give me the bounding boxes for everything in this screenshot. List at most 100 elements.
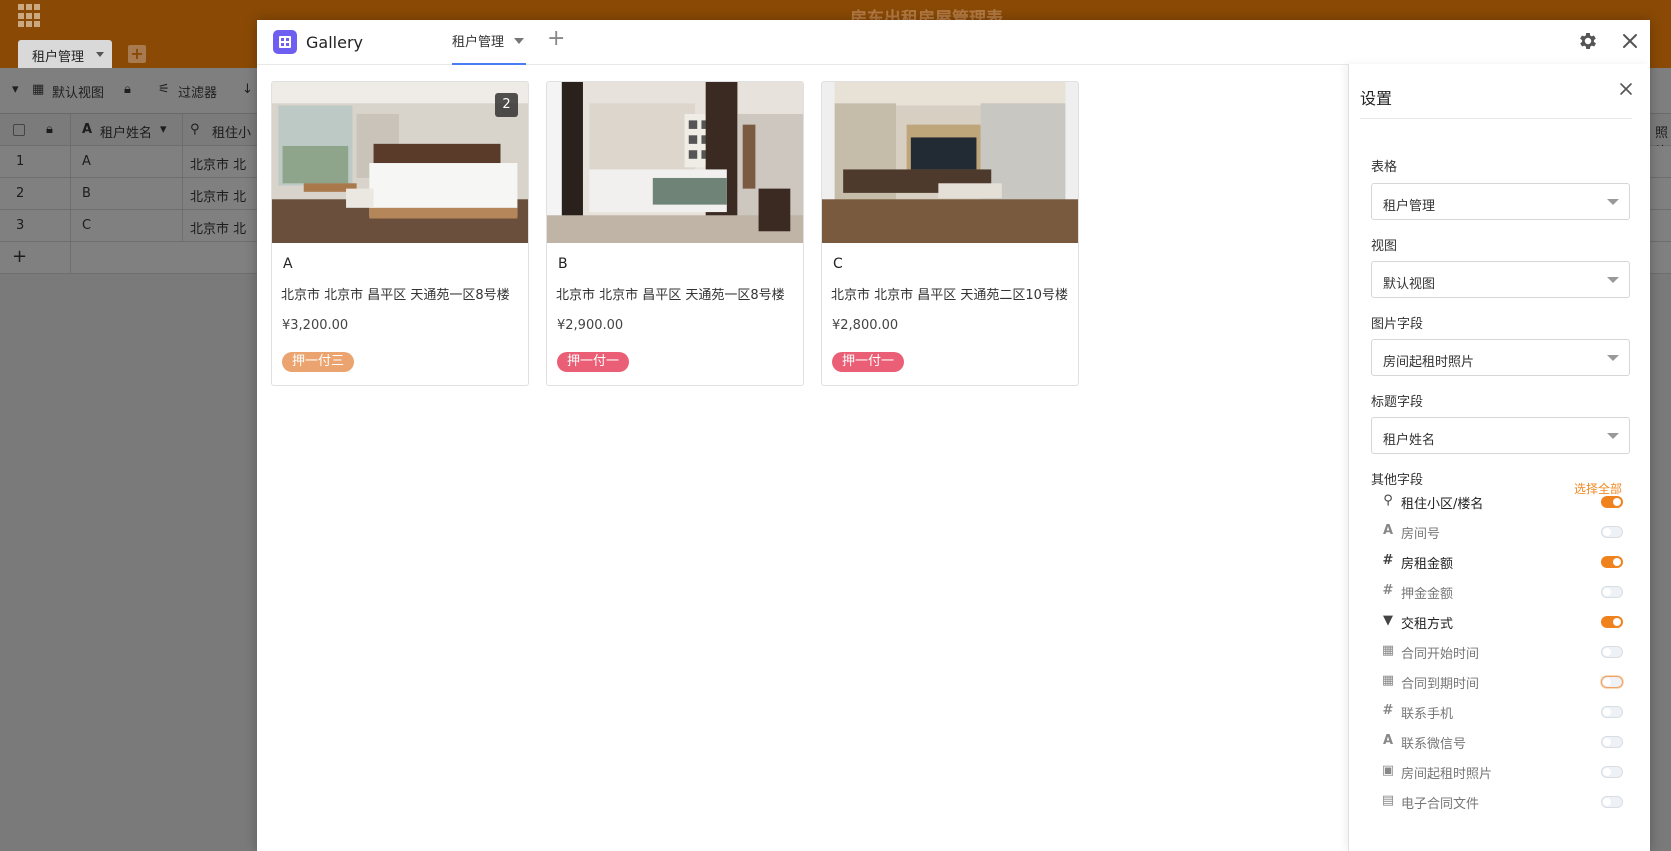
image-icon: ▣ <box>1381 763 1395 778</box>
divider <box>1360 118 1632 119</box>
cell-addr[interactable]: 北京市 北 <box>190 186 246 205</box>
chevron-down-icon <box>1607 199 1619 205</box>
location-icon: ⚲ <box>1383 493 1393 508</box>
column-header-addr[interactable]: 租住小 <box>212 122 251 141</box>
field-toggle[interactable] <box>1601 676 1623 688</box>
row-number: 2 <box>16 186 25 201</box>
room-photo[interactable] <box>272 82 528 243</box>
field-option[interactable]: # 押金金额 <box>1381 582 1631 602</box>
image-field-select-value: 房间起租时照片 <box>1383 355 1475 370</box>
text-icon: A <box>82 122 93 137</box>
select-all-checkbox[interactable] <box>13 124 25 136</box>
chevron-down-icon[interactable]: ▾ <box>160 122 167 137</box>
card-price: ¥2,900.00 <box>557 318 624 333</box>
card-title: B <box>558 256 568 272</box>
field-toggle[interactable] <box>1601 556 1623 568</box>
image-field-select[interactable]: 房间起租时照片 <box>1371 339 1630 376</box>
gear-icon[interactable] <box>1577 30 1599 52</box>
chevron-down-icon <box>1607 355 1619 361</box>
cell-addr[interactable]: 北京市 北 <box>190 218 246 237</box>
gallery-card[interactable]: C 北京市 北京市 昌平区 天通苑二区10号楼 ¥2,800.00 押一付一 <box>821 81 1079 386</box>
field-option-label: 房租金额 <box>1401 557 1454 572</box>
field-toggle[interactable] <box>1601 526 1623 538</box>
lock-icon: 🔒︎ <box>46 122 53 137</box>
field-toggle[interactable] <box>1601 496 1623 508</box>
field-option[interactable]: ⚲ 租住小区/楼名 <box>1381 492 1631 512</box>
add-tab-button[interactable]: + <box>547 28 565 50</box>
chevron-down-icon[interactable] <box>514 38 525 44</box>
location-icon: ⚲ <box>190 122 200 137</box>
filter-button[interactable]: 过滤器 <box>178 82 217 101</box>
add-row-button[interactable]: + <box>12 246 27 267</box>
cell-name[interactable]: B <box>82 186 91 201</box>
image-count-badge: 2 <box>495 93 518 117</box>
field-option[interactable]: A 房间号 <box>1381 522 1631 542</box>
title-field-select[interactable]: 租户姓名 <box>1371 417 1630 454</box>
cell-name[interactable]: C <box>82 218 91 233</box>
field-option[interactable]: ▦ 合同到期时间 <box>1381 672 1631 692</box>
field-toggle[interactable] <box>1601 586 1623 598</box>
base-table-tab[interactable]: 租户管理 <box>18 40 112 68</box>
other-fields-label: 其他字段 <box>1371 473 1424 488</box>
cell-addr[interactable]: 北京市 北 <box>190 154 246 173</box>
field-option[interactable]: ▣ 房间起租时照片 <box>1381 762 1631 782</box>
room-photo[interactable] <box>822 82 1078 243</box>
lock-icon[interactable]: 🔒︎ <box>124 82 131 97</box>
field-option-label: 合同开始时间 <box>1401 647 1480 662</box>
field-toggle[interactable] <box>1601 766 1623 778</box>
calendar-icon: ▦ <box>1381 643 1395 658</box>
gallery-card[interactable]: B 北京市 北京市 昌平区 天通苑一区8号楼 ¥2,900.00 押一付一 <box>546 81 804 386</box>
grid-view-icon: ▦ <box>32 82 45 97</box>
field-toggle[interactable] <box>1601 706 1623 718</box>
field-option-label: 合同到期时间 <box>1401 677 1480 692</box>
card-price: ¥3,200.00 <box>282 318 349 333</box>
collapse-icon[interactable]: ▾ <box>12 82 19 97</box>
add-table-button[interactable]: + <box>128 45 146 63</box>
field-option-label: 押金金额 <box>1401 587 1454 602</box>
close-icon[interactable] <box>1621 32 1639 50</box>
base-table-tab-label: 租户管理 <box>32 50 85 65</box>
number-icon: # <box>1382 583 1394 598</box>
text-icon: A <box>1382 733 1394 748</box>
cell-name[interactable]: A <box>82 154 91 169</box>
card-title: A <box>283 256 293 272</box>
field-option[interactable]: A 联系微信号 <box>1381 732 1631 752</box>
field-option-label: 房间起租时照片 <box>1401 767 1493 782</box>
apps-grid-icon[interactable] <box>18 4 42 28</box>
field-toggle[interactable] <box>1601 796 1623 808</box>
row-number: 3 <box>16 218 25 233</box>
title-field-label: 标题字段 <box>1371 395 1424 410</box>
payment-tag: 押一付三 <box>282 352 355 372</box>
field-toggle[interactable] <box>1601 736 1623 748</box>
field-toggle[interactable] <box>1601 646 1623 658</box>
number-icon: # <box>1382 703 1394 718</box>
field-option[interactable]: ▤ 电子合同文件 <box>1381 792 1631 812</box>
tab-table-label: 租户管理 <box>452 35 505 50</box>
close-icon[interactable] <box>1619 82 1633 96</box>
card-address: 北京市 北京市 昌平区 天通苑一区8号楼 <box>281 288 510 303</box>
view-select[interactable]: 默认视图 <box>1371 261 1630 298</box>
table-select-value: 租户管理 <box>1383 199 1436 214</box>
number-icon: # <box>1382 553 1394 568</box>
table-select[interactable]: 租户管理 <box>1371 183 1630 220</box>
field-option-label: 电子合同文件 <box>1401 797 1480 812</box>
view-switcher[interactable]: 默认视图 <box>52 82 104 101</box>
column-header-name[interactable]: 租户姓名 <box>100 122 152 141</box>
room-photo[interactable] <box>547 82 803 243</box>
field-option-label: 联系手机 <box>1401 707 1454 722</box>
field-option-label: 交租方式 <box>1401 617 1454 632</box>
text-icon: A <box>1382 523 1394 538</box>
row-number: 1 <box>16 154 25 169</box>
field-option[interactable]: ▼ 交租方式 <box>1381 612 1631 632</box>
card-title: C <box>833 256 843 272</box>
gallery-card[interactable]: 2 A 北京市 北京市 昌平区 天通苑一区8号楼 ¥3,200.00 押一付三 <box>271 81 529 386</box>
settings-title: 设置 <box>1360 89 1393 108</box>
tab-table[interactable]: 租户管理 <box>452 31 527 65</box>
chevron-down-icon <box>1607 277 1619 283</box>
field-option[interactable]: ▦ 合同开始时间 <box>1381 642 1631 662</box>
field-option[interactable]: # 房租金额 <box>1381 552 1631 572</box>
field-toggle[interactable] <box>1601 616 1623 628</box>
field-option[interactable]: # 联系手机 <box>1381 702 1631 722</box>
sort-icon[interactable]: ↓ <box>242 82 253 97</box>
card-price: ¥2,800.00 <box>832 318 899 333</box>
